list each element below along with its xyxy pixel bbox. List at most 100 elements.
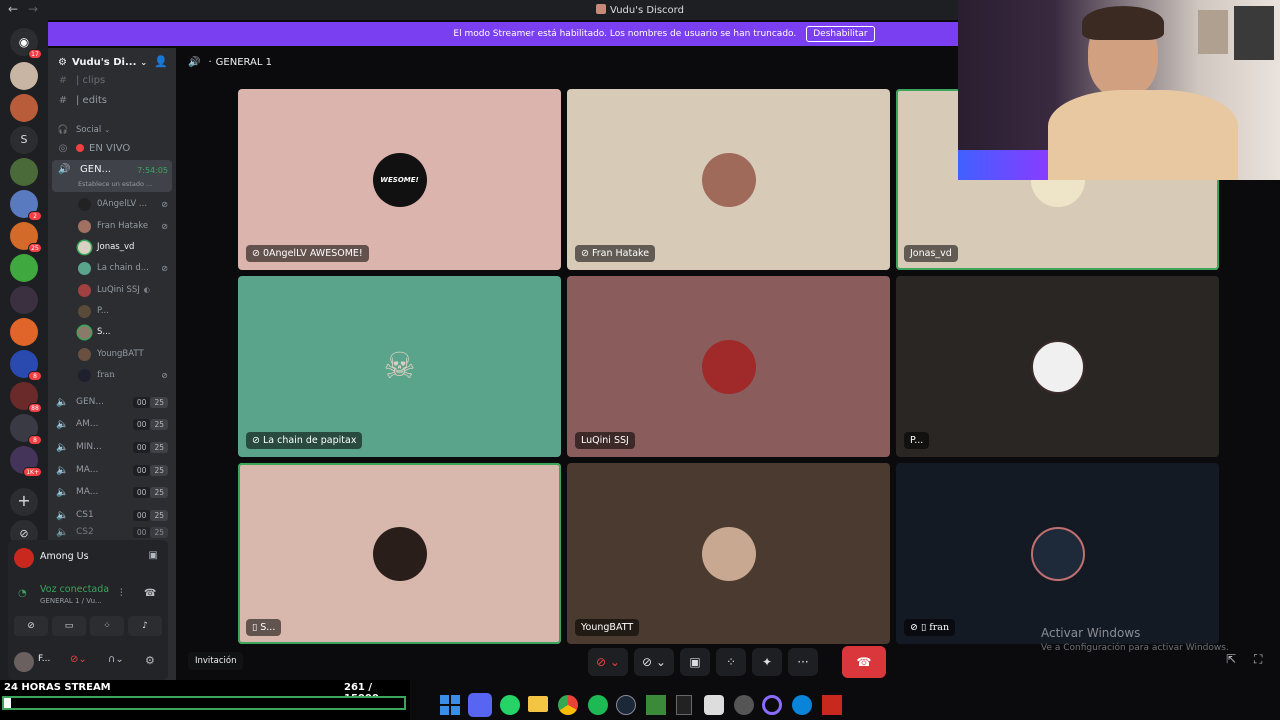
server-icon[interactable] xyxy=(10,286,38,314)
noise-suppression-icon[interactable]: ⫶ xyxy=(120,588,123,599)
voice-connected-label[interactable]: Voz conectada xyxy=(40,584,109,595)
voice-channel[interactable]: 🔈 MIN... 00 25 xyxy=(56,436,176,458)
server-icon[interactable] xyxy=(10,62,38,90)
windows-start-icon[interactable] xyxy=(440,695,460,715)
user-limit: 00 25 xyxy=(132,526,168,538)
server-icon[interactable]: 25 xyxy=(10,222,42,253)
server-icon[interactable]: 8 xyxy=(10,350,42,381)
participant-tile[interactable]: ▯ S... xyxy=(238,463,561,644)
window-title-text: Vudu's Discord xyxy=(610,5,684,16)
voice-member[interactable]: fran ⊘ xyxy=(78,365,174,385)
screen-share-button[interactable]: ▣ xyxy=(680,648,710,676)
soundboard-button[interactable]: ✦ xyxy=(752,648,782,676)
discord-taskbar-icon[interactable] xyxy=(468,693,492,717)
disable-streamer-button[interactable]: Deshabilitar xyxy=(806,26,875,42)
app-icon[interactable] xyxy=(704,695,724,715)
voice-member[interactable]: S... xyxy=(78,322,174,342)
activity-icon[interactable]: ▣ xyxy=(149,550,158,561)
steam-icon[interactable] xyxy=(616,695,636,715)
server-icon[interactable]: 88 xyxy=(10,382,42,413)
soundboard-icon[interactable]: ♪ xyxy=(128,616,162,636)
voice-channel[interactable]: 🔈 CS2 00 25 xyxy=(56,526,176,538)
server-icon[interactable]: 2 xyxy=(10,190,42,221)
server-icon[interactable] xyxy=(10,254,38,282)
category-social[interactable]: 🎧 Social ⌄ xyxy=(56,120,174,140)
whatsapp-icon[interactable] xyxy=(500,695,520,715)
participant-name-tag: ⊘ 0AngelLV AWESOME! xyxy=(246,245,369,262)
avatar xyxy=(78,347,91,361)
avatar xyxy=(78,325,91,339)
mic-muted-icon[interactable]: ⊘⌄ xyxy=(70,654,87,665)
server-folder-icon[interactable]: 8 xyxy=(10,414,42,445)
camera-toggle-button[interactable]: ⊘ ⌄ xyxy=(634,648,674,676)
participant-tile[interactable]: P... xyxy=(896,276,1219,457)
channel-edits[interactable]: # | edits xyxy=(56,90,174,110)
server-icon[interactable] xyxy=(10,158,38,186)
server-icon[interactable] xyxy=(10,94,38,122)
voice-member[interactable]: YoungBATT xyxy=(78,344,174,364)
app-icon[interactable] xyxy=(762,695,782,715)
server-icon[interactable]: S xyxy=(10,126,38,154)
channel-en-vivo[interactable]: ◎ EN VIVO xyxy=(56,138,174,158)
participant-tile[interactable]: ⊘ Fran Hatake xyxy=(567,89,890,270)
channel-status[interactable]: Establece un estado ... xyxy=(78,180,152,188)
user-limit: 00 25 xyxy=(132,441,168,453)
spotify-icon[interactable] xyxy=(588,695,608,715)
participant-tile[interactable]: ⊘ ▯ fran xyxy=(896,463,1219,644)
signal-icon[interactable]: ◔ xyxy=(18,588,27,599)
epic-games-icon[interactable] xyxy=(676,695,692,715)
voice-channel[interactable]: 🔈 MA... 00 25 xyxy=(56,481,176,503)
disconnect-icon[interactable]: ☎ xyxy=(144,588,156,599)
settings-gear-icon[interactable]: ⚙ xyxy=(145,654,155,667)
voice-member[interactable]: Fran Hatake ⊘ xyxy=(78,216,174,236)
headphones-icon[interactable]: ∩⌄ xyxy=(108,654,124,665)
file-explorer-icon[interactable] xyxy=(528,696,548,712)
channel-clips[interactable]: # | clips xyxy=(56,70,174,90)
chrome-icon[interactable] xyxy=(558,695,578,715)
call-timer: 7:54:05 xyxy=(137,166,168,175)
voice-channel-path[interactable]: GENERAL 1 / Vu... xyxy=(40,597,102,605)
more-options-button[interactable]: ··· xyxy=(788,648,818,676)
mic-toggle-button[interactable]: ⊘ ⌄ xyxy=(588,648,628,676)
voice-channel[interactable]: 🔈 MA... 00 25 xyxy=(56,459,176,481)
voice-member[interactable]: P... xyxy=(78,301,174,321)
participant-tile[interactable]: LuQini SSJ xyxy=(567,276,890,457)
end-call-button[interactable]: ☎ xyxy=(842,646,886,678)
user-name[interactable]: F... xyxy=(38,654,50,664)
mic-muted-icon: ⊘ xyxy=(161,199,168,209)
participant-tile[interactable]: YoungBATT xyxy=(567,463,890,644)
direct-messages-icon[interactable]: ◉ 17 xyxy=(10,28,42,59)
channel-label: MIN... xyxy=(76,442,102,452)
activities-button[interactable]: ⁘ xyxy=(716,648,746,676)
voice-member[interactable]: La chain d... ⊘ xyxy=(78,258,174,278)
participant-tile[interactable]: WESOME! ⊘ 0AngelLV AWESOME! xyxy=(238,89,561,270)
server-icon[interactable] xyxy=(10,318,38,346)
participant-name-tag: LuQini SSJ xyxy=(575,432,635,449)
voice-channel[interactable]: 🔈 GEN... 00 25 xyxy=(56,391,176,413)
channel-general-active[interactable]: 🔊 GEN... 7:54:05 Establece un estado ... xyxy=(52,160,172,192)
voice-channel[interactable]: 🔈 AM... 00 25 xyxy=(56,413,176,435)
server-folder-icon[interactable]: 1K+ xyxy=(10,446,42,477)
voice-channel[interactable]: 🔈 CS1 00 25 xyxy=(56,504,176,526)
app-icon[interactable] xyxy=(822,695,842,715)
channel-label: CS1 xyxy=(76,510,94,520)
participant-tile[interactable]: ☠ ⊘ La chain de papitax xyxy=(238,276,561,457)
popout-icon[interactable]: ⇱ xyxy=(1226,652,1236,666)
screen-share-icon[interactable]: ▭ xyxy=(52,616,86,636)
obs-icon[interactable] xyxy=(734,695,754,715)
user-avatar[interactable] xyxy=(14,652,34,672)
edge-icon[interactable] xyxy=(792,695,812,715)
voice-member[interactable]: 0AngelLV ... ⊘ xyxy=(78,194,174,214)
voice-member[interactable]: Jonas_vd xyxy=(78,237,174,257)
skull-avatar-icon: ☠ xyxy=(383,345,416,387)
activities-icon[interactable]: ⁘ xyxy=(90,616,124,636)
camera-off-icon[interactable]: ⊘ xyxy=(14,616,48,636)
among-us-icon xyxy=(14,548,34,568)
invite-people-icon[interactable]: 👤 xyxy=(154,55,168,68)
xbox-game-icon[interactable] xyxy=(646,695,666,715)
add-server-icon[interactable]: + xyxy=(10,488,38,516)
participant-name-tag: YoungBATT xyxy=(575,619,640,636)
voice-member[interactable]: LuQini SSJ ◐ xyxy=(78,280,174,300)
fullscreen-icon[interactable]: ⛶ xyxy=(1254,652,1262,667)
member-name: Fran Hatake xyxy=(97,221,149,231)
